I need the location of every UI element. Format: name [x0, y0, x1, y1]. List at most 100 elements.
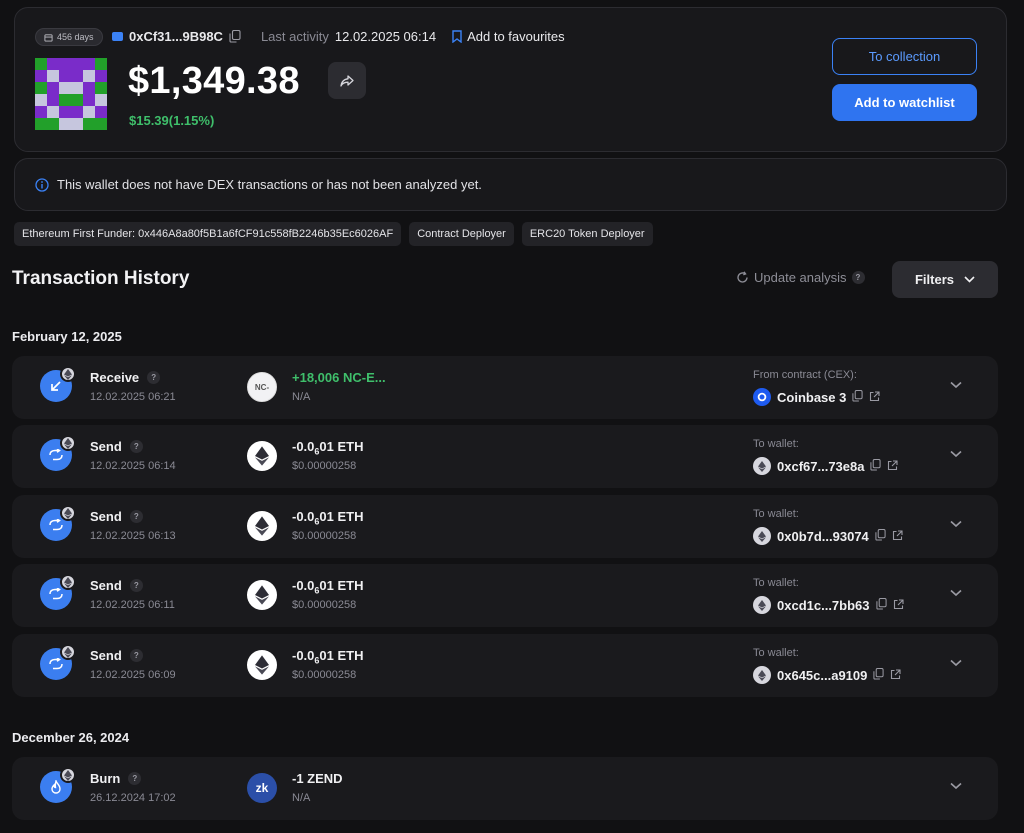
transaction-amount[interactable]: +18,006 NC-E... — [292, 370, 386, 385]
counterparty-address[interactable]: 0x645c...a9109 — [777, 668, 867, 683]
transaction-amount[interactable]: -0.0601 ETH — [292, 509, 364, 527]
counterparty-address[interactable]: 0xcf67...73e8a — [777, 459, 864, 474]
eth-token-icon — [247, 580, 277, 610]
transaction-amount[interactable]: -0.0601 ETH — [292, 648, 364, 666]
copy-icon[interactable] — [875, 597, 887, 613]
eth-token-icon — [247, 511, 277, 541]
transaction-amount[interactable]: -0.0601 ETH — [292, 578, 364, 596]
wallet-address[interactable]: 0xCf31...9B98C — [129, 29, 223, 44]
external-link-icon[interactable] — [869, 390, 880, 405]
dex-notice: This wallet does not have DEX transactio… — [14, 158, 1007, 211]
share-icon — [340, 74, 354, 87]
ethereum-icon — [758, 669, 766, 681]
filters-button[interactable]: Filters — [892, 261, 998, 298]
external-link-icon[interactable] — [893, 598, 904, 613]
chevron-down-icon[interactable] — [950, 782, 962, 790]
date-group-label: February 12, 2025 — [12, 329, 122, 344]
external-link-icon[interactable] — [890, 668, 901, 683]
copy-icon[interactable] — [870, 458, 882, 474]
token-icon-text: NC- — [254, 382, 270, 392]
transaction-row[interactable]: Send? 12.02.2025 06:13 -0.0601 ETH $0.00000… — [12, 495, 998, 558]
burn-type-icon — [40, 767, 76, 803]
ethereum-icon — [255, 585, 269, 605]
transaction-time: 12.02.2025 06:13 — [90, 530, 176, 542]
balance-change: $15.39(1.15%) — [129, 113, 215, 128]
counterparty: 0x645c...a9109 — [753, 666, 901, 684]
ethereum-icon — [753, 666, 771, 684]
add-to-watchlist-button[interactable]: Add to watchlist — [832, 84, 977, 121]
wallet-avatar — [35, 58, 107, 130]
wallet-icon — [112, 32, 123, 41]
amount-tail: 01 ETH — [319, 648, 364, 663]
update-analysis-button[interactable]: Update analysis ? — [736, 270, 865, 285]
address-row: 0xCf31...9B98C Last activity 12.02.2025 … — [112, 29, 565, 44]
ethereum-icon — [753, 527, 771, 545]
ethereum-icon — [64, 576, 72, 588]
copy-icon[interactable] — [875, 528, 886, 544]
copy-icon[interactable] — [229, 30, 241, 43]
wallet-age-badge: 456 days — [35, 28, 103, 46]
amount-main: -0.0 — [292, 578, 315, 593]
transaction-history-title: Transaction History — [12, 268, 190, 289]
transaction-usd-value: $0.00000258 — [292, 460, 357, 472]
help-icon[interactable]: ? — [129, 510, 143, 523]
transaction-row[interactable]: Send? 12.02.2025 06:09 -0.0601 ETH $0.00000… — [12, 634, 998, 697]
transaction-amount[interactable]: -0.0601 ETH — [292, 439, 364, 457]
counterparty-label: To wallet: — [753, 647, 799, 659]
tag-erc20-deployer[interactable]: ERC20 Token Deployer — [521, 222, 653, 246]
to-collection-button[interactable]: To collection — [832, 38, 977, 75]
wallet-age-text: 456 days — [57, 32, 94, 42]
help-icon[interactable]: ? — [851, 271, 865, 284]
share-button[interactable] — [328, 62, 366, 99]
transaction-row[interactable]: Send? 12.02.2025 06:14 -0.0601 ETH $0.00000… — [12, 425, 998, 488]
counterparty: Coinbase 3 — [753, 388, 880, 406]
help-icon[interactable]: ? — [147, 371, 161, 384]
help-icon[interactable]: ? — [129, 579, 143, 592]
help-icon[interactable]: ? — [128, 772, 142, 785]
counterparty: 0xcf67...73e8a — [753, 457, 899, 475]
last-activity-value: 12.02.2025 06:14 — [334, 29, 437, 44]
transaction-row[interactable]: Send? 12.02.2025 06:11 -0.0601 ETH $0.00000… — [12, 564, 998, 627]
dex-notice-text: This wallet does not have DEX transactio… — [57, 177, 482, 192]
help-icon[interactable]: ? — [129, 440, 143, 453]
tag-contract-deployer[interactable]: Contract Deployer — [409, 222, 514, 246]
ethereum-icon — [758, 599, 766, 611]
chevron-down-icon[interactable] — [950, 659, 962, 667]
transaction-time: 26.12.2024 17:02 — [90, 792, 176, 804]
ethereum-icon — [758, 460, 766, 472]
help-icon[interactable]: ? — [129, 649, 143, 662]
ethereum-icon — [64, 437, 72, 449]
ethereum-icon — [255, 655, 269, 675]
counterparty: 0xcd1c...7bb63 — [753, 596, 904, 614]
counterparty-name[interactable]: Coinbase 3 — [777, 390, 846, 405]
transaction-type-label: Send — [90, 509, 122, 524]
copy-icon[interactable] — [852, 389, 863, 405]
ethereum-icon — [255, 516, 269, 536]
add-to-favourites-label: Add to favourites — [467, 29, 565, 44]
ethereum-icon — [64, 646, 72, 658]
send-type-icon — [40, 505, 76, 541]
update-analysis-label: Update analysis — [754, 270, 847, 285]
counterparty-address[interactable]: 0xcd1c...7bb63 — [777, 598, 870, 613]
transaction-row[interactable]: Burn? 26.12.2024 17:02 zk -1 ZEND N/A — [12, 757, 998, 820]
external-link-icon[interactable] — [887, 459, 899, 474]
chevron-down-icon[interactable] — [950, 381, 962, 389]
chevron-down-icon[interactable] — [950, 589, 962, 597]
counterparty-address[interactable]: 0x0b7d...93074 — [777, 529, 869, 544]
transaction-type: Send? — [90, 509, 143, 524]
transaction-row[interactable]: Receive? 12.02.2025 06:21 NC- +18,006 NC… — [12, 356, 998, 419]
transaction-usd-value: $0.00000258 — [292, 530, 357, 542]
chevron-down-icon[interactable] — [950, 520, 962, 528]
amount-tail: 01 ETH — [319, 439, 364, 454]
date-group-label: December 26, 2024 — [12, 730, 130, 745]
add-to-favourites-link[interactable]: Add to favourites — [452, 29, 565, 44]
tag-first-funder[interactable]: Ethereum First Funder: 0x446A8a80f5B1a6f… — [14, 222, 402, 246]
chevron-down-icon[interactable] — [950, 450, 962, 458]
amount-main: -0.0 — [292, 439, 315, 454]
eth-token-icon — [247, 441, 277, 471]
arrow-down-left-icon — [51, 381, 61, 391]
external-link-icon[interactable] — [892, 529, 903, 544]
bookmark-icon — [452, 30, 462, 43]
copy-icon[interactable] — [873, 667, 884, 683]
transaction-amount[interactable]: -1 ZEND — [292, 771, 343, 786]
